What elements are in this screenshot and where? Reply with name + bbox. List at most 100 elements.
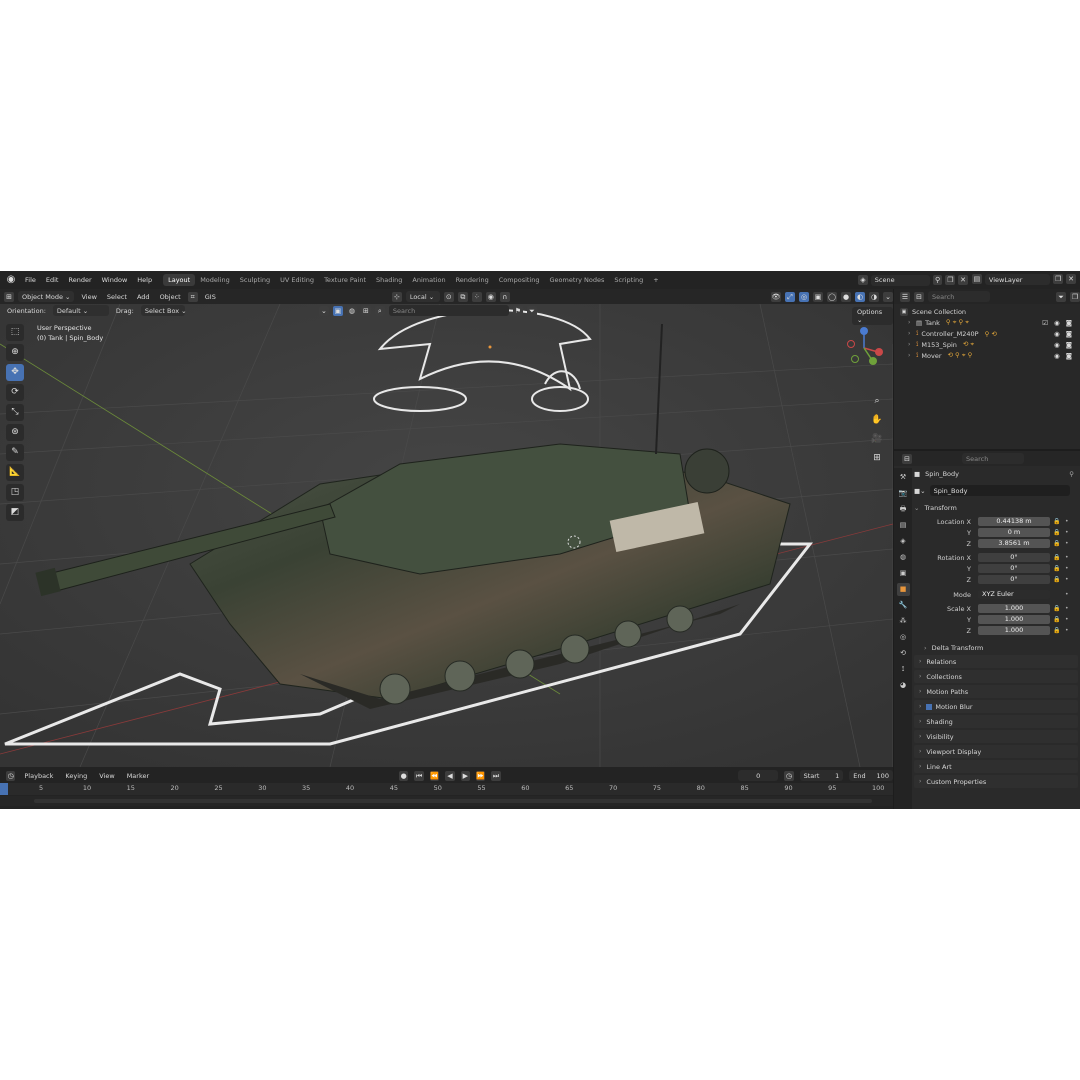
rotation-x-field[interactable]: 0° <box>978 553 1050 562</box>
render-tab-icon[interactable]: 📷 <box>897 487 910 500</box>
panel-viewport-display[interactable]: › Viewport Display <box>914 745 1078 758</box>
outliner-item-mover[interactable]: › ⟟ Mover ⟲ ⚲ ⌖ ⚲ ◉ ◙ <box>894 350 1080 361</box>
falloff-icon[interactable]: ∩ <box>499 291 510 302</box>
scale-x-field[interactable]: 1.000 <box>978 604 1050 613</box>
tab-compositing[interactable]: Compositing <box>494 274 545 286</box>
jump-start-icon[interactable]: ⏮ <box>414 770 424 781</box>
mode-dropdown[interactable]: Object Mode ⌄ <box>18 291 75 302</box>
panel-shading[interactable]: › Shading <box>914 715 1078 728</box>
data-tab-icon[interactable]: ⟟ <box>897 663 910 676</box>
visibility-toggle-icons[interactable]: ◉ ◙ <box>1054 352 1074 360</box>
panel-custom-properties[interactable]: › Custom Properties <box>914 775 1078 788</box>
tab-uv-editing[interactable]: UV Editing <box>275 274 319 286</box>
viewport-search-input[interactable]: Search <box>388 305 509 316</box>
rotation-z-field[interactable]: 0° <box>978 575 1050 584</box>
new-collection-icon[interactable]: ❐ <box>1070 291 1080 302</box>
physics-tab-icon[interactable]: ◎ <box>897 631 910 644</box>
view-layer-field[interactable]: ViewLayer <box>984 274 1051 285</box>
keyframe-dot-icon[interactable]: • <box>1065 576 1069 583</box>
outliner-item-tank[interactable]: › ▤ Tank ⚲ ⌖ ⚲ ⌖ ☑ ◉ ◙ <box>894 317 1080 328</box>
menu-view[interactable]: View <box>78 293 99 301</box>
expand-icon[interactable]: › <box>908 352 916 359</box>
scale-y-field[interactable]: 1.000 <box>978 615 1050 624</box>
menu-window[interactable]: Window <box>97 276 133 284</box>
scene-collection-row[interactable]: ▣ Scene Collection <box>894 306 1080 317</box>
prev-key-icon[interactable]: ⏪ <box>429 770 440 781</box>
rotation-mode-dropdown[interactable]: XYZ Euler <box>978 590 1050 599</box>
new-view-layer-icon[interactable]: ❐ <box>1053 274 1064 284</box>
navigation-gizmo[interactable] <box>842 326 886 370</box>
bookmark-icon[interactable]: ⚑ <box>512 305 523 316</box>
tab-shading[interactable]: Shading <box>371 274 407 286</box>
snap-icon[interactable]: ⧉ <box>457 291 468 302</box>
end-frame-field[interactable]: End 100 <box>849 770 893 781</box>
object-type-filter-icon[interactable]: ▣ <box>332 305 343 316</box>
snap-target-icon[interactable]: ⁘ <box>471 291 482 302</box>
play-reverse-icon[interactable]: ◀ <box>445 770 455 781</box>
clock-icon[interactable]: ◷ <box>784 770 794 781</box>
properties-search-input[interactable]: Search <box>962 453 1024 464</box>
scene-field[interactable]: Scene <box>870 274 930 286</box>
measure-tool-icon[interactable]: 📐 <box>6 464 24 481</box>
keyframe-dot-icon[interactable]: • <box>1065 529 1069 536</box>
timeline-editor-icon[interactable]: ◷ <box>6 770 16 781</box>
keyframe-dot-icon[interactable]: • <box>1065 627 1069 634</box>
playhead[interactable] <box>0 783 8 795</box>
gis-icon[interactable]: ⌗ <box>187 291 198 302</box>
visibility-toggle-icons[interactable]: ☑ ◉ ◙ <box>1042 319 1074 327</box>
menu-file[interactable]: File <box>20 276 41 284</box>
scene-icon[interactable]: ◈ <box>858 275 868 285</box>
menu-add[interactable]: Add <box>134 293 153 301</box>
output-tab-icon[interactable]: 🖶 <box>897 503 910 516</box>
outliner-item-m153[interactable]: › ⟟ M153_Spin ⟲ ⌖ ◉ ◙ <box>894 339 1080 350</box>
funnel-icon[interactable]: ⏷ <box>526 305 537 316</box>
menu-timeline-view[interactable]: View <box>96 772 117 780</box>
particles-tab-icon[interactable]: ⁂ <box>897 615 910 628</box>
keyframe-dot-icon[interactable]: • <box>1065 554 1069 561</box>
blender-logo-icon[interactable]: ◉ <box>4 273 18 287</box>
lock-icon[interactable]: 🔒 <box>1053 540 1060 547</box>
next-key-icon[interactable]: ⏩ <box>475 770 486 781</box>
transform-tool-icon[interactable]: ⊛ <box>6 424 24 441</box>
menu-render[interactable]: Render <box>63 276 96 284</box>
rotation-y-field[interactable]: 0° <box>978 564 1050 573</box>
filter-icon[interactable]: ⌄ <box>318 305 329 316</box>
options-dropdown[interactable]: Options ⌄ <box>852 307 893 325</box>
keyframe-dot-icon[interactable]: • <box>1065 605 1069 612</box>
menu-object[interactable]: Object <box>157 293 184 301</box>
transform-panel-header[interactable]: ⌄ Transform <box>914 502 1078 513</box>
constraints-tab-icon[interactable]: ⟲ <box>897 647 910 660</box>
lock-icon[interactable]: 🔒 <box>1053 616 1060 623</box>
3d-viewport[interactable]: Orientation: Default ⌄ Drag: Select Box … <box>0 304 893 767</box>
editor-type-icon[interactable]: ⊞ <box>4 291 14 302</box>
expand-icon[interactable]: › <box>908 330 916 337</box>
material-tab-icon[interactable]: ◕ <box>897 679 910 692</box>
search-icon[interactable]: ⌕ <box>374 305 385 316</box>
xray-icon[interactable]: ▣ <box>813 291 823 302</box>
outliner-item-controller[interactable]: › ⟟ Controller_M240P ⚲ ⟲ ◉ ◙ <box>894 328 1080 339</box>
visibility-icon[interactable]: 👁 <box>771 291 781 302</box>
tab-texture-paint[interactable]: Texture Paint <box>319 274 371 286</box>
overlay-toggle-icon[interactable]: ◎ <box>799 291 809 302</box>
zoom-icon[interactable]: ⌕ <box>868 394 886 409</box>
motion-blur-checkbox[interactable] <box>926 703 933 710</box>
visibility-toggle-icons[interactable]: ◉ ◙ <box>1054 330 1074 338</box>
add-cube-tool-icon[interactable]: ◳ <box>6 484 24 501</box>
annotate-tool-icon[interactable]: ✎ <box>6 444 24 461</box>
lock-icon[interactable]: 🔒 <box>1053 565 1060 572</box>
panel-visibility[interactable]: › Visibility <box>914 730 1078 743</box>
tab-geometry-nodes[interactable]: Geometry Nodes <box>545 274 610 286</box>
add-workspace-icon[interactable]: + <box>648 274 663 286</box>
lock-icon[interactable]: 🔒 <box>1053 554 1060 561</box>
timeline-scrollbar[interactable] <box>34 799 872 803</box>
drag-dropdown[interactable]: Select Box ⌄ <box>140 305 187 316</box>
scale-tool-icon[interactable]: ⤡ <box>6 404 24 421</box>
tab-scripting[interactable]: Scripting <box>609 274 648 286</box>
rendered-shading-icon[interactable]: ◑ <box>869 291 879 302</box>
location-z-field[interactable]: 3.8561 m <box>978 539 1050 548</box>
display-mode-icon[interactable]: ⊟ <box>914 291 924 302</box>
move-tool-icon[interactable]: ✥ <box>6 364 24 381</box>
lock-icon[interactable]: 🔒 <box>1053 518 1060 525</box>
extra-tool-icon[interactable]: ◩ <box>6 504 24 521</box>
jump-end-icon[interactable]: ⏭ <box>491 770 501 781</box>
